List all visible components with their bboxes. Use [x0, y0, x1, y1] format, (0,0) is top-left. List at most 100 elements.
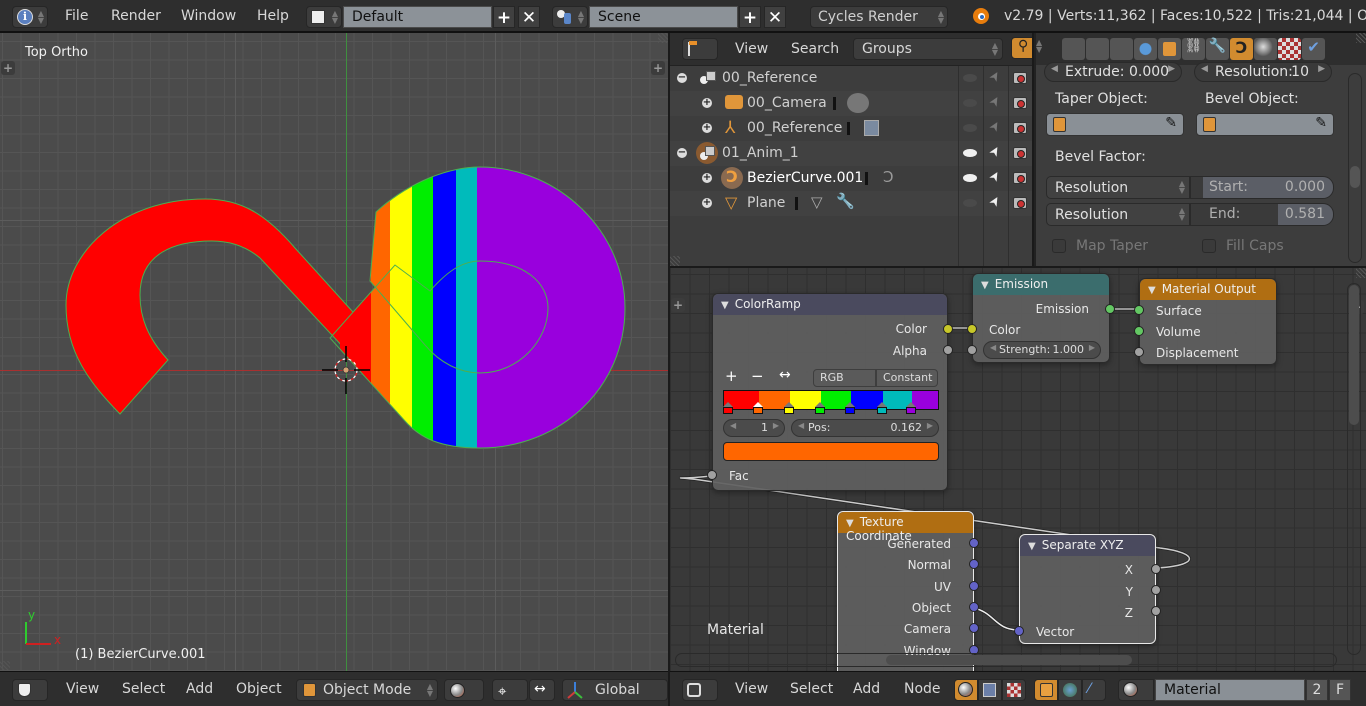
- eyedropper-icon[interactable]: ✎: [1165, 115, 1177, 131]
- eyedropper-icon[interactable]: ✎: [1315, 115, 1327, 131]
- renderable-camera-icon[interactable]: [1013, 147, 1027, 159]
- visibility-eye-icon[interactable]: [963, 124, 977, 132]
- bevel-end-mapping-dropdown[interactable]: Resolution ▲ ▼: [1046, 203, 1190, 226]
- outliner-row[interactable]: + ⅄ 00_Reference: [670, 116, 1032, 141]
- delete-scene-button[interactable]: ✕: [764, 6, 786, 28]
- bevel-end-slider[interactable]: End: 0.581: [1190, 203, 1334, 226]
- node-header[interactable]: ▼ Separate XYZ: [1020, 535, 1155, 556]
- node-menu-add[interactable]: Add: [853, 681, 880, 697]
- tab-world-icon[interactable]: [1134, 38, 1157, 60]
- outliner-item-name[interactable]: 00_Camera: [747, 95, 827, 111]
- menu-view[interactable]: View: [66, 681, 99, 697]
- outliner-item-name[interactable]: 00_Reference: [747, 120, 842, 136]
- menu-object[interactable]: Object: [236, 681, 282, 697]
- collapse-triangle-icon[interactable]: ▼: [1148, 285, 1156, 296]
- socket-emission-out[interactable]: [1105, 304, 1115, 314]
- outliner-menu-search[interactable]: Search: [791, 41, 839, 57]
- pivot-point-dropdown[interactable]: ⌖: [492, 679, 528, 701]
- renderable-camera-icon[interactable]: [1013, 97, 1027, 109]
- tab-render-layers-icon[interactable]: [1086, 38, 1109, 60]
- tab-curve-data-icon[interactable]: Ↄ: [1230, 38, 1253, 60]
- delete-layout-button[interactable]: ✕: [518, 6, 540, 28]
- texture-nodes-button[interactable]: [1002, 679, 1026, 701]
- scrollbar-track[interactable]: [1348, 73, 1362, 263]
- outliner-menu-view[interactable]: View: [735, 41, 768, 57]
- collapse-triangle-icon[interactable]: ▼: [846, 518, 854, 529]
- collapse-triangle-icon[interactable]: ▼: [1028, 541, 1036, 552]
- expand-icon[interactable]: +: [702, 198, 712, 208]
- ramp-stop-handle[interactable]: [876, 402, 887, 414]
- object-shader-button[interactable]: [1034, 679, 1058, 701]
- socket-vector-in[interactable]: [1014, 626, 1024, 636]
- properties-editor[interactable]: ▲ ▼ ⛓ 🔧 Ↄ ✔ ◀ Extrude: 0.000 ▶ ◀ Resoluti…: [1034, 33, 1366, 266]
- fake-user-button[interactable]: F: [1329, 679, 1351, 701]
- visibility-eye-icon[interactable]: [963, 74, 977, 82]
- material-browse-button[interactable]: [1118, 679, 1154, 701]
- ramp-stop-handle[interactable]: [723, 402, 733, 414]
- outliner-row[interactable]: + 00_Camera: [670, 91, 1032, 116]
- renderable-camera-icon[interactable]: [1013, 172, 1027, 184]
- area-split-handle[interactable]: [658, 33, 668, 43]
- node-material-output[interactable]: ▼ Material Output Surface Volume Displace…: [1134, 278, 1277, 365]
- active-stop-color-swatch[interactable]: [723, 442, 939, 461]
- outliner-row[interactable]: − 00_Reference: [670, 66, 1032, 91]
- editor-type-info-button[interactable]: i ▲ ▼: [12, 6, 48, 28]
- socket-generated-out[interactable]: [969, 538, 979, 548]
- tab-texture-icon[interactable]: [1278, 38, 1301, 60]
- socket-displacement-in[interactable]: [1134, 347, 1144, 357]
- socket-alpha-out[interactable]: [943, 345, 953, 355]
- material-name-field[interactable]: Material: [1155, 679, 1305, 701]
- ramp-stop-handle[interactable]: [783, 402, 794, 414]
- add-stop-icon[interactable]: +: [725, 367, 738, 385]
- socket-fac-in[interactable]: [707, 470, 717, 480]
- menu-add[interactable]: Add: [186, 681, 213, 697]
- expand-icon[interactable]: +: [702, 173, 712, 183]
- socket-z-out[interactable]: [1151, 606, 1161, 616]
- vertical-scrollbar-track[interactable]: [1347, 283, 1361, 655]
- compositing-nodes-button[interactable]: [978, 679, 1002, 701]
- collapse-icon[interactable]: −: [677, 73, 687, 83]
- expand-icon[interactable]: +: [702, 98, 712, 108]
- bevel-object-field[interactable]: ✎: [1196, 113, 1334, 136]
- node-colorramp[interactable]: ▼ ColorRamp Color Alpha + − ↔ RGB Constan…: [707, 293, 953, 491]
- curve-geometry[interactable]: [0, 33, 668, 671]
- horizontal-scrollbar-thumb[interactable]: [886, 655, 1132, 665]
- tab-physics-icon[interactable]: ✔: [1302, 38, 1325, 60]
- bevel-start-slider[interactable]: Start: 0.000: [1190, 176, 1334, 199]
- color-mode-dropdown[interactable]: RGB: [813, 369, 876, 387]
- toolshelf-expand-button[interactable]: +: [1, 61, 15, 75]
- active-stop-index-field[interactable]: ◀ 1 ▶: [723, 419, 785, 437]
- horizontal-scrollbar-track[interactable]: [675, 653, 1337, 667]
- visibility-eye-icon[interactable]: [963, 174, 977, 182]
- outliner-row[interactable]: + Ↄ BezierCurve.001 Ↄ: [670, 166, 1032, 191]
- 3d-viewport[interactable]: y x Top Ortho (1) BezierCurve.001 + +: [0, 33, 668, 671]
- node-header[interactable]: ▼ Emission: [973, 274, 1109, 295]
- renderable-camera-icon[interactable]: [1013, 72, 1027, 84]
- tab-material-icon[interactable]: [1254, 38, 1277, 60]
- render-engine-dropdown[interactable]: Cycles Render ▲ ▼: [810, 6, 948, 28]
- outliner-item-name[interactable]: 01_Anim_1: [722, 145, 799, 161]
- editor-type-outliner-button[interactable]: [682, 38, 718, 60]
- socket-y-out[interactable]: [1151, 585, 1161, 595]
- map-taper-checkbox[interactable]: [1052, 239, 1066, 253]
- menu-select[interactable]: Select: [122, 681, 165, 697]
- outliner-row[interactable]: + ▽ Plane ▽ 🔧: [670, 191, 1032, 216]
- scene-name-field[interactable]: Scene: [589, 6, 738, 28]
- menu-window[interactable]: Window: [181, 8, 236, 24]
- remove-stop-icon[interactable]: −: [751, 367, 764, 385]
- collapse-triangle-icon[interactable]: ▼: [981, 280, 989, 291]
- node-header[interactable]: ▼ Material Output: [1140, 279, 1276, 300]
- area-split-handle[interactable]: [0, 661, 10, 671]
- renderable-camera-icon[interactable]: [1013, 197, 1027, 209]
- interpolation-dropdown[interactable]: Constant: [876, 369, 938, 387]
- node-texture-coordinate[interactable]: ▼ Texture Coordinate Generated Normal UV Obj…: [837, 511, 979, 671]
- tab-object-icon[interactable]: [1158, 38, 1181, 60]
- socket-object-out[interactable]: [969, 601, 979, 612]
- editor-type-3d-button[interactable]: [12, 679, 48, 701]
- taper-object-field[interactable]: ✎: [1046, 113, 1184, 136]
- ramp-stop-handle[interactable]: [905, 402, 916, 414]
- transform-orientation-dropdown[interactable]: Global: [562, 679, 668, 701]
- material-users-count[interactable]: 2: [1306, 679, 1328, 701]
- socket-x-out[interactable]: [1151, 564, 1161, 574]
- area-split-handle[interactable]: [1356, 33, 1366, 43]
